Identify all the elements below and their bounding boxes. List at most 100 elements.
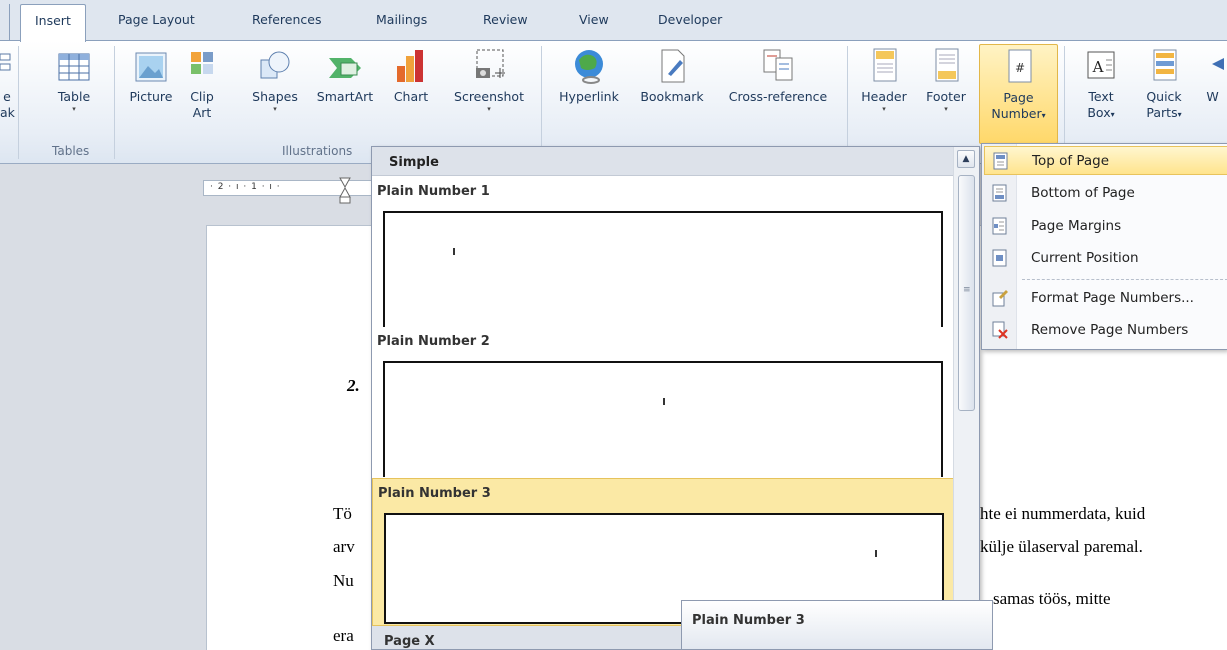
page-number-menu: Top of Page Bottom of Page Page Margins … xyxy=(981,143,1227,350)
gallery-section-header: Simple xyxy=(372,147,954,176)
quick-parts-icon xyxy=(1146,46,1182,86)
page-number-label-2: Number xyxy=(991,106,1042,121)
document-line-2-left: arv xyxy=(333,537,355,556)
page-break-button[interactable]: e ak xyxy=(0,46,15,121)
table-button[interactable]: Table ▾ xyxy=(48,46,100,114)
tab-developer[interactable]: Developer xyxy=(658,12,722,27)
header-icon xyxy=(866,46,902,86)
tab-mailings[interactable]: Mailings xyxy=(376,12,427,27)
format-page-numbers-icon xyxy=(991,289,1008,307)
tab-insert[interactable]: Insert xyxy=(20,4,86,42)
menu-item-label: Format Page Numbers... xyxy=(1031,290,1194,306)
group-separator xyxy=(114,46,115,159)
chart-icon xyxy=(393,46,429,86)
document-line-4-left: era xyxy=(333,626,354,645)
group-separator xyxy=(18,46,19,159)
bookmark-button[interactable]: Bookmark xyxy=(632,46,712,105)
gallery-item-preview xyxy=(383,211,943,327)
cross-reference-icon xyxy=(760,46,796,86)
gallery-item-label: Plain Number 1 xyxy=(377,184,490,199)
footer-icon xyxy=(928,46,964,86)
page-margins-icon xyxy=(991,217,1008,235)
picture-button[interactable]: Picture xyxy=(122,46,180,105)
page-number-mark xyxy=(663,398,665,405)
page-number-icon: # xyxy=(1001,47,1037,87)
screenshot-dropdown-arrow: ▾ xyxy=(487,105,491,113)
menu-item-format-page-numbers[interactable]: Format Page Numbers... xyxy=(984,284,1227,313)
smartart-icon xyxy=(327,46,363,86)
tab-view[interactable]: View xyxy=(579,12,609,27)
document-line-3-right: samas töös, mitte xyxy=(993,589,1111,608)
gallery-item-plain-number-2[interactable]: Plain Number 2 xyxy=(372,327,954,477)
page-number-gallery: Simple Plain Number 1 Plain Number 2 Pla… xyxy=(371,146,980,650)
header-button[interactable]: Header ▾ xyxy=(855,46,913,114)
table-label: Table xyxy=(57,89,91,104)
bookmark-icon xyxy=(654,46,690,86)
tab-review[interactable]: Review xyxy=(483,12,528,27)
shapes-button[interactable]: Shapes ▾ xyxy=(245,46,305,114)
menu-item-remove-page-numbers[interactable]: Remove Page Numbers xyxy=(984,316,1227,345)
group-separator xyxy=(541,46,542,159)
scroll-thumb[interactable]: ≡ xyxy=(958,175,975,411)
shapes-dropdown-arrow: ▾ xyxy=(273,105,277,113)
hyperlink-icon xyxy=(571,46,607,86)
wordart-label: W xyxy=(1206,89,1219,104)
header-dropdown-arrow: ▾ xyxy=(882,105,886,113)
clip-art-button[interactable]: Clip Art xyxy=(185,46,219,121)
text-box-button[interactable]: A Text Box▾ xyxy=(1074,46,1128,123)
gallery-item-preview xyxy=(383,361,943,477)
tab-file-edge[interactable] xyxy=(0,4,10,41)
shapes-icon xyxy=(257,46,293,86)
menu-item-bottom-of-page[interactable]: Bottom of Page xyxy=(984,179,1227,208)
gallery-item-plain-number-1[interactable]: Plain Number 1 xyxy=(372,177,954,327)
screenshot-label: Screenshot xyxy=(454,89,524,104)
footer-dropdown-arrow: ▾ xyxy=(944,105,948,113)
quick-parts-button[interactable]: Quick Parts▾ xyxy=(1136,46,1192,123)
scroll-up-arrow-icon[interactable]: ▲ xyxy=(957,150,975,168)
svg-text:A: A xyxy=(1092,58,1104,76)
menu-item-top-of-page[interactable]: Top of Page xyxy=(984,146,1227,175)
header-label: Header xyxy=(861,89,907,104)
picture-icon xyxy=(133,46,169,86)
page-number-button[interactable]: # Page Number▾ xyxy=(979,44,1058,144)
chart-button[interactable]: Chart xyxy=(387,46,435,105)
hyperlink-label: Hyperlink xyxy=(559,89,619,104)
text-box-label-1: Text xyxy=(1088,89,1114,104)
screenshot-button[interactable]: Screenshot ▾ xyxy=(443,46,535,114)
page-number-label-1: Page xyxy=(1003,90,1034,105)
tab-page-layout[interactable]: Page Layout xyxy=(118,12,195,27)
gallery-item-label: Plain Number 3 xyxy=(378,486,491,501)
bookmark-label: Bookmark xyxy=(640,89,704,104)
gallery-item-label: Page X xyxy=(384,634,435,649)
document-heading: 2. xyxy=(347,376,360,395)
table-dropdown-arrow: ▾ xyxy=(72,105,76,113)
tab-references[interactable]: References xyxy=(252,12,321,27)
clip-art-label-2: Art xyxy=(192,105,212,120)
gallery-scrollbar[interactable]: ▲ ≡ xyxy=(953,147,979,649)
group-separator xyxy=(847,46,848,159)
indent-marker-icon[interactable] xyxy=(338,175,352,205)
page-number-mark xyxy=(453,248,455,255)
menu-item-page-margins[interactable]: Page Margins xyxy=(984,212,1227,241)
text-box-dropdown-arrow: ▾ xyxy=(1110,110,1115,119)
tooltip-title: Plain Number 3 xyxy=(692,613,805,628)
hyperlink-button[interactable]: Hyperlink xyxy=(549,46,629,105)
ribbon-tab-strip: Insert Page Layout References Mailings R… xyxy=(0,0,1227,42)
cross-reference-button[interactable]: Cross-reference xyxy=(716,46,840,105)
page-number-mark xyxy=(875,550,877,557)
bottom-of-page-icon xyxy=(991,184,1008,202)
picture-label: Picture xyxy=(129,89,173,104)
page-number-dropdown-arrow: ▾ xyxy=(1041,111,1046,120)
group-label-tables: Tables xyxy=(52,144,90,158)
current-position-icon xyxy=(991,249,1008,267)
page-break-icon xyxy=(0,46,14,86)
smartart-button[interactable]: SmartArt xyxy=(310,46,380,105)
clip-art-icon xyxy=(187,46,217,86)
menu-item-current-position[interactable]: Current Position xyxy=(984,244,1227,273)
footer-button[interactable]: Footer ▾ xyxy=(917,46,975,114)
top-of-page-icon xyxy=(992,152,1009,170)
wordart-icon xyxy=(1198,46,1227,86)
cross-reference-label: Cross-reference xyxy=(728,89,828,104)
group-label-illustrations: Illustrations xyxy=(282,144,353,158)
wordart-button[interactable]: W xyxy=(1198,46,1227,105)
